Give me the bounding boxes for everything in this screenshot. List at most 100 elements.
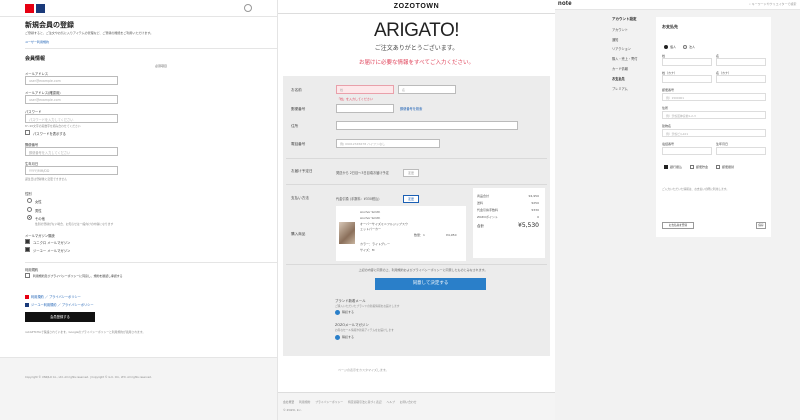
address-label: 住所: [291, 124, 299, 128]
phone-input[interactable]: [662, 147, 712, 155]
note-header: note ⌕ キーワードやクリエイターで検索: [555, 0, 800, 10]
zip-label: 郵便番号: [662, 88, 675, 92]
uniqlo-mail-label: ユニクロ メールマガジン: [33, 241, 71, 245]
first-name-input[interactable]: [716, 58, 766, 66]
uniqlo-privacy-link[interactable]: プライバシーポリシー: [49, 295, 81, 299]
card-title: お支払先: [662, 24, 678, 29]
summary-label-0: 商品合計: [477, 194, 490, 198]
sidebar-item-account[interactable]: アカウント: [612, 27, 652, 32]
uniqlo-gu-logos[interactable]: [25, 4, 45, 13]
option1-checkbox[interactable]: [335, 310, 340, 315]
building-input[interactable]: 例）渋谷ビル101: [662, 129, 766, 137]
delivery-change-button[interactable]: 変更: [403, 169, 420, 177]
check-bank[interactable]: [664, 165, 668, 169]
email-confirm-field[interactable]: user@example.com: [25, 95, 118, 104]
product-card[interactable]: Anchor Smith Anchor Smith オーバーサイズミニフルジップ…: [336, 206, 466, 261]
footer-links: 会社概要 利用規約 プライバシーポリシー 特定商取引法に基づく表記 ヘルプ お問…: [283, 400, 417, 404]
zip-input[interactable]: 例）1500001: [662, 93, 766, 101]
save-button[interactable]: 保存: [756, 222, 766, 229]
sidebar-item-card[interactable]: カード情報: [612, 66, 652, 71]
summary-value-1: ¥250: [531, 201, 539, 205]
gender-radio-other[interactable]: [27, 215, 32, 220]
check-bank-label: 銀行振込: [670, 165, 683, 169]
globe-icon[interactable]: [244, 4, 252, 12]
warning-text: お届けに必要な情報をすべてご入力ください。: [359, 60, 474, 66]
gender-hint: 性別の登録がない場合、お知らせは一般向けの内容になります: [35, 222, 114, 226]
total-value: ¥5,530: [518, 222, 539, 229]
sidebar-item-notifications[interactable]: 通知: [612, 37, 652, 42]
uniqlo-footer: Copyright © UNIQLO Co., Ltd. All rights …: [0, 357, 277, 420]
total-label: 合計: [477, 224, 484, 228]
gu-terms-link[interactable]: ジーユー利用規約: [31, 303, 57, 307]
password-field[interactable]: パスワードを入力してください: [25, 114, 118, 123]
footer-link-privacy[interactable]: プライバシーポリシー: [315, 400, 343, 404]
phone-field[interactable]: 例) 09012345678 ハイフンなし: [336, 139, 440, 148]
footer-link-company[interactable]: 会社概要: [283, 400, 294, 404]
building-label: 建物名: [662, 124, 672, 128]
note-settings-pane: note ⌕ キーワードやクリエイターで検索 アカウント設定 アカウント 通知 …: [555, 0, 800, 420]
footer-link-terms[interactable]: 利用規約: [299, 400, 310, 404]
gender-radio-female[interactable]: [27, 198, 32, 203]
footer-link-contact[interactable]: お問い合わせ: [400, 400, 417, 404]
delivery-text: 発送から 2日目〜3日目頃お届け予定: [336, 171, 389, 175]
product-price: ¥4,950: [446, 233, 457, 237]
gender-radio-male[interactable]: [27, 207, 32, 212]
zip-label: 郵便番号: [291, 107, 306, 111]
zozo-header: ZOZOTOWN: [278, 0, 555, 14]
radio-individual-label: 個人: [670, 45, 677, 49]
address-input[interactable]: 例）渋谷区神宮前1-2-3: [662, 111, 766, 119]
gu-mail-checkbox[interactable]: [25, 247, 30, 252]
agree-checkbox[interactable]: [25, 273, 30, 278]
uniqlo-mail-checkbox[interactable]: [25, 239, 30, 244]
last-name-kana-input[interactable]: [662, 75, 712, 83]
register-payee-button[interactable]: お支払先を登録: [662, 222, 694, 229]
zip-search-link[interactable]: 郵便番号を検索: [400, 106, 422, 111]
zip-field[interactable]: 郵便番号を入力してください: [25, 147, 118, 156]
zip-field[interactable]: [336, 104, 394, 113]
submit-order-button[interactable]: 同意して決定する: [375, 278, 486, 290]
footer-link-tokusho[interactable]: 特定商取引法に基づく表記: [348, 400, 382, 404]
uniqlo-terms-link[interactable]: 利用規約: [31, 295, 44, 299]
sidebar-item-payee[interactable]: お支払先: [612, 76, 652, 81]
option2-checkbox[interactable]: [335, 335, 340, 340]
product-qty: 数量：1: [414, 233, 425, 237]
check-postal-transfer-label: 郵便振替: [722, 165, 735, 169]
zozo-logo[interactable]: ZOZOTOWN: [394, 3, 440, 10]
birthdate-field[interactable]: YYYY/MM/DD: [25, 166, 118, 175]
first-name-field[interactable]: 名: [398, 85, 456, 94]
section-title: 会員情報: [25, 56, 46, 62]
thanks-text: ご注文ありがとうございます。: [374, 45, 459, 52]
name-label: お名前: [291, 88, 302, 92]
page-title: 新規会員の登録: [25, 22, 74, 29]
sidebar-item-reactions[interactable]: リアクション: [612, 46, 652, 51]
product-label: 購入商品: [291, 232, 306, 236]
product-brand: Anchor Smith: [360, 210, 381, 214]
terms-link[interactable]: ユーザー利用規約: [25, 40, 49, 44]
radio-corporate-label: 法人: [689, 45, 696, 49]
last-name-input[interactable]: [662, 58, 712, 66]
birthdate-input[interactable]: [716, 147, 766, 155]
address-label: 住所: [662, 106, 669, 110]
radio-individual[interactable]: [664, 45, 668, 49]
register-button[interactable]: 会員登録する: [25, 312, 95, 322]
address-field[interactable]: [336, 121, 518, 130]
email-field[interactable]: user@example.com: [25, 76, 118, 85]
option2-desc: お得なセール情報や新着アイテムをお届けします: [335, 328, 394, 332]
sidebar-item-premium[interactable]: プレミアム: [612, 86, 652, 91]
check-postal-savings[interactable]: [690, 165, 694, 169]
name-error: 「姓」を入力してください: [337, 97, 373, 101]
note-logo[interactable]: note: [558, 1, 572, 7]
show-password-checkbox[interactable]: [25, 130, 30, 135]
first-name-kana-input[interactable]: [716, 75, 766, 83]
sidebar-item-purchases[interactable]: 購入・売上・寄付: [612, 56, 652, 61]
check-postal-transfer[interactable]: [716, 165, 720, 169]
gu-privacy-link[interactable]: プライバシーポリシー: [62, 303, 94, 307]
footer-link-help[interactable]: ヘルプ: [386, 400, 394, 404]
uniqlo-brand-chip: [25, 295, 29, 299]
last-name-field[interactable]: 姓: [336, 85, 394, 94]
payment-change-button[interactable]: 変更: [403, 195, 420, 203]
radio-corporate[interactable]: [683, 45, 687, 49]
search-input[interactable]: ⌕ キーワードやクリエイターで検索: [749, 2, 796, 6]
uniqlo-logo: [25, 4, 34, 13]
footer-note: ページの表示をカスタマイズします。: [338, 368, 389, 372]
